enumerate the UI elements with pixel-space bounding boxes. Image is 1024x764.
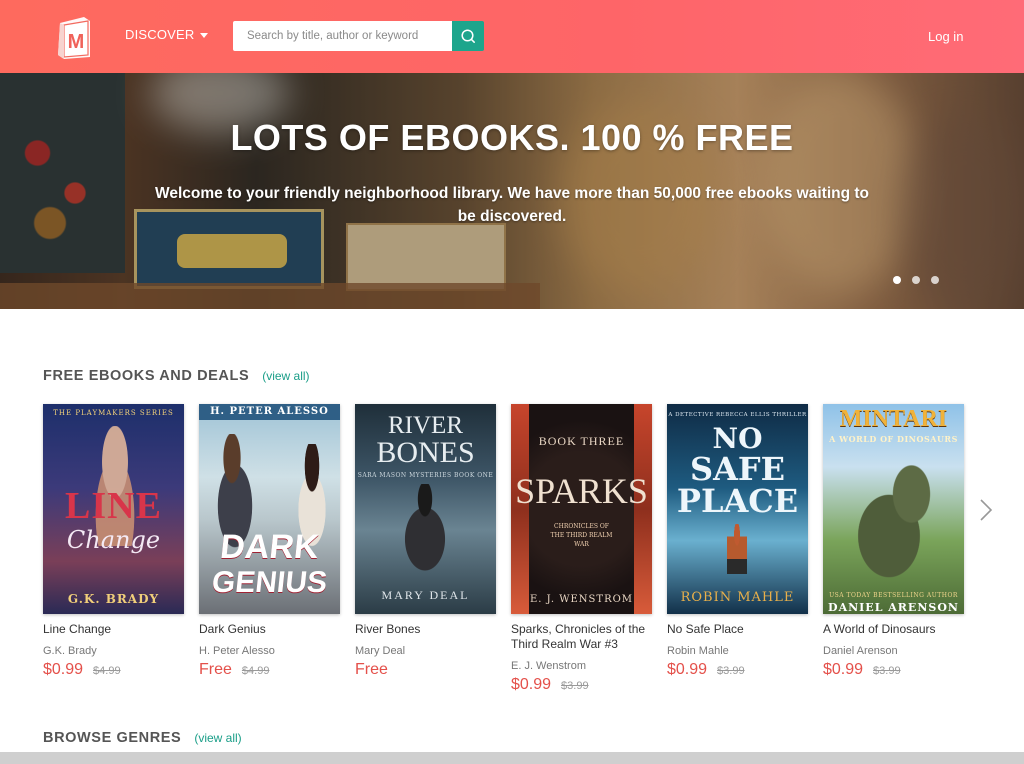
cover-figure (727, 524, 747, 574)
book-cover[interactable]: MINTARI A WORLD OF DINOSAURS USA TODAY B… (823, 404, 964, 614)
hero-banner: LOTS OF EBOOKS. 100 % FREE Welcome to yo… (0, 73, 1024, 309)
caret-down-icon (199, 33, 208, 38)
book-title[interactable]: Dark Genius (199, 622, 340, 637)
book-cover[interactable]: H. PETER ALESSO DARK GENIUS (199, 404, 340, 614)
logo-letter: M (68, 31, 85, 53)
book-cover[interactable]: BOOK THREE SPARKS CHRONICLES OF THE THIR… (511, 404, 652, 614)
cover-author: H. PETER ALESSO (210, 406, 329, 417)
search-input[interactable] (233, 21, 452, 51)
book-title[interactable]: A World of Dinosaurs (823, 622, 964, 637)
book-price-row: Free $4.99 (199, 661, 340, 679)
carousel-dot-3[interactable] (931, 276, 939, 284)
cover-title: DARK (218, 528, 321, 566)
book-author[interactable]: H. Peter Alesso (199, 645, 340, 657)
top-navbar: M DISCOVER Log in (0, 0, 1024, 73)
cover-dinosaur (853, 464, 943, 584)
cover-title-line3: PLACE (676, 482, 799, 520)
book-card: RIVER BONES SARA MASON MYSTERIES BOOK ON… (355, 404, 496, 679)
book-price-row: Free (355, 661, 496, 679)
book-cover[interactable]: THE PLAYMAKERS SERIES LINE Change G.K. B… (43, 404, 184, 614)
cover-subtitle: Change (66, 526, 161, 554)
cover-title-line2: BONES (376, 436, 475, 469)
search-icon (461, 29, 475, 43)
book-old-price: $3.99 (561, 680, 589, 692)
book-cover[interactable]: A DETECTIVE REBECCA ELLIS THRILLER NO SA… (667, 404, 808, 614)
book-old-price: $3.99 (717, 665, 745, 677)
bottom-scroll-edge (0, 752, 1024, 764)
book-price: $0.99 (43, 661, 84, 678)
book-old-price: $4.99 (241, 665, 270, 677)
cover-title: MINTARI (839, 406, 948, 432)
cover-series: A DETECTIVE REBECCA ELLIS THRILLER (668, 412, 807, 418)
hero-subtitle: Welcome to your friendly neighborhood li… (154, 185, 869, 225)
browse-genres-header: BROWSE GENRES (view all) (43, 730, 242, 746)
cover-title: LINE (65, 485, 162, 527)
book-price: $0.99 (667, 661, 708, 678)
book-card: H. PETER ALESSO DARK GENIUS Dark Genius … (199, 404, 340, 679)
book-price: $0.99 (823, 661, 864, 678)
book-author[interactable]: E. J. Wenstrom (511, 660, 652, 672)
book-title[interactable]: River Bones (355, 622, 496, 637)
discover-menu[interactable]: DISCOVER (125, 27, 208, 42)
cover-series: SARA MASON MYSTERIES BOOK ONE (357, 472, 494, 479)
book-author[interactable]: Daniel Arenson (823, 645, 964, 657)
book-title[interactable]: Sparks, Chronicles of the Third Realm Wa… (511, 622, 652, 652)
book-card: A DETECTIVE REBECCA ELLIS THRILLER NO SA… (667, 404, 808, 679)
book-author[interactable]: G.K. Brady (43, 645, 184, 657)
cover-title: SPARKS (515, 471, 648, 511)
cover-subtitle: A WORLD OF DINOSAURS (829, 434, 958, 444)
cover-series: BOOK THREE (538, 434, 625, 448)
carousel-dot-1[interactable] (893, 276, 901, 284)
deals-section-header: FREE EBOOKS AND DEALS (view all) (43, 368, 310, 384)
cover-tagline: USA TODAY BESTSELLING AUTHOR (829, 592, 958, 599)
hero-title: LOTS OF EBOOKS. 100 % FREE (230, 117, 794, 158)
book-price: Free (355, 661, 388, 678)
cover-subtitle: CHRONICLES OF THE THIRD REALM WAR (550, 523, 613, 548)
carousel-dots (893, 276, 939, 284)
cover-author: G.K. BRADY (67, 592, 160, 606)
discover-label[interactable]: DISCOVER (125, 27, 195, 42)
site-logo[interactable]: M (54, 13, 94, 61)
cover-author: MARY DEAL (381, 588, 470, 602)
cover-title-line2: GENIUS (210, 566, 329, 599)
book-author[interactable]: Mary Deal (355, 645, 496, 657)
book-price-row: $0.99 $4.99 (43, 661, 184, 679)
carousel-dot-2[interactable] (912, 276, 920, 284)
book-carousel: THE PLAYMAKERS SERIES LINE Change G.K. B… (43, 404, 964, 704)
login-link[interactable]: Log in (928, 29, 963, 44)
cover-author: E. J. WENSTROM (529, 594, 634, 605)
cover-series: THE PLAYMAKERS SERIES (53, 409, 174, 417)
book-price: Free (199, 661, 232, 678)
cover-author: ROBIN MAHLE (680, 590, 795, 605)
book-price-row: $0.99 $3.99 (511, 676, 652, 694)
book-author[interactable]: Robin Mahle (667, 645, 808, 657)
book-price-row: $0.99 $3.99 (823, 661, 964, 679)
book-title[interactable]: No Safe Place (667, 622, 808, 637)
chevron-right-icon[interactable] (978, 497, 994, 523)
book-old-price: $3.99 (873, 665, 901, 677)
browse-genres-title: BROWSE GENRES (43, 730, 182, 746)
book-price-row: $0.99 $3.99 (667, 661, 808, 679)
search-button[interactable] (452, 21, 484, 51)
book-card: THE PLAYMAKERS SERIES LINE Change G.K. B… (43, 404, 184, 679)
book-old-price: $4.99 (93, 665, 121, 677)
book-card: MINTARI A WORLD OF DINOSAURS USA TODAY B… (823, 404, 964, 679)
book-cover[interactable]: RIVER BONES SARA MASON MYSTERIES BOOK ON… (355, 404, 496, 614)
cover-author: DANIEL ARENSON (828, 601, 959, 614)
book-card: BOOK THREE SPARKS CHRONICLES OF THE THIR… (511, 404, 652, 694)
search-bar (233, 21, 484, 51)
view-all-genres-link[interactable]: (view all) (194, 731, 241, 745)
book-price: $0.99 (511, 676, 552, 693)
section-title: FREE EBOOKS AND DEALS (43, 368, 250, 384)
book-title[interactable]: Line Change (43, 622, 184, 637)
view-all-deals-link[interactable]: (view all) (262, 369, 309, 383)
cover-figure (390, 484, 460, 584)
